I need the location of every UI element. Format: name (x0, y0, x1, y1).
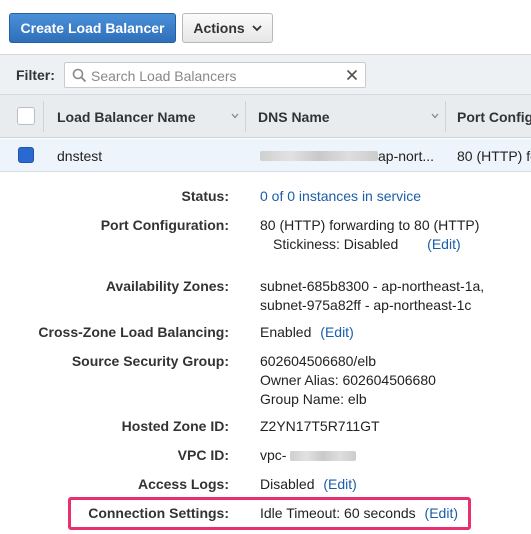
idle-timeout-text: Idle Timeout: 60 seconds (260, 505, 416, 521)
availability-zones-value: subnet-685b8300 - ap-northeast-1a, subne… (260, 277, 484, 315)
status-value: 0 of 0 instances in service (260, 187, 421, 206)
connection-settings-value: Idle Timeout: 60 seconds (Edit) (260, 504, 458, 523)
column-divider (43, 101, 44, 132)
search-box[interactable] (64, 62, 366, 88)
column-header-label: DNS Name (258, 108, 330, 125)
load-balancer-name: dnstest (57, 147, 103, 164)
column-header-label: Load Balancer Name (57, 108, 196, 125)
sort-caret-icon[interactable] (431, 113, 439, 119)
edit-cross-zone-link[interactable]: (Edit) (320, 324, 353, 340)
vpc-id-text: vpc- (260, 447, 287, 463)
cross-zone-text: Enabled (260, 324, 312, 340)
edit-access-logs-link[interactable]: (Edit) (323, 476, 356, 492)
close-icon[interactable] (346, 69, 358, 81)
create-load-balancer-label: Create Load Balancer (20, 20, 165, 36)
hosted-zone-value: Z2YN17T5R711GT (260, 418, 380, 434)
row-checkbox[interactable] (18, 147, 34, 163)
access-logs-label: Access Logs: (137, 476, 229, 492)
edit-connection-settings-link[interactable]: (Edit) (425, 505, 458, 521)
actions-label: Actions (193, 20, 245, 36)
column-divider (245, 101, 246, 132)
security-group-item: Owner Alias: 602604506680 (260, 372, 436, 388)
connection-settings-label: Connection Settings: (88, 505, 229, 521)
sort-caret-icon[interactable] (231, 113, 239, 119)
security-group-item: Group Name: elb (260, 391, 367, 407)
vpc-id-label: VPC ID: (177, 447, 229, 463)
table-row[interactable]: dnstest ap-nort... 80 (HTTP) fo (0, 139, 531, 172)
chevron-down-icon (252, 24, 262, 31)
actions-button[interactable]: Actions (182, 13, 273, 43)
column-divider (445, 101, 446, 132)
column-header-name[interactable]: Load Balancer Name (57, 95, 237, 138)
availability-zone-item: subnet-685b8300 - ap-northeast-1a, (260, 278, 485, 294)
table-header: Load Balancer Name DNS Name Port Configu (0, 95, 531, 138)
search-input[interactable] (91, 66, 341, 85)
cell-name: dnstest (57, 139, 237, 172)
availability-zone-item: subnet-975a82ff - ap-northeast-1c (260, 297, 472, 313)
status-label: Status: (181, 188, 229, 204)
redacted-vpc-id (290, 451, 357, 462)
cell-dns: ap-nort... (260, 139, 440, 172)
select-all-checkbox[interactable] (17, 107, 35, 125)
stickiness-text: Stickiness: Disabled (273, 236, 399, 252)
access-logs-value: Disabled (Edit) (260, 475, 357, 494)
port-configuration: 80 (HTTP) fo (457, 147, 531, 164)
stickiness-line: Stickiness: Disabled (Edit) (260, 235, 479, 254)
toolbar: Create Load Balancer Actions (0, 0, 531, 54)
column-header-port[interactable]: Port Configu (457, 95, 531, 138)
redacted-dns (260, 150, 378, 161)
dns-name: ap-nort... (378, 147, 435, 164)
port-forwarding-text: 80 (HTTP) forwarding to 80 (HTTP) (260, 217, 480, 233)
cross-zone-label: Cross-Zone Load Balancing: (38, 324, 229, 340)
cell-port: 80 (HTTP) fo (457, 139, 531, 172)
filter-bar: Filter: (0, 54, 531, 95)
access-logs-text: Disabled (260, 476, 315, 492)
vpc-id-value: vpc- (260, 446, 357, 465)
availability-zones-label: Availability Zones: (105, 278, 229, 294)
detail-panel: Status: 0 of 0 instances in service Port… (0, 172, 531, 534)
security-group-item: 602604506680/elb (260, 353, 377, 369)
source-security-group-label: Source Security Group: (71, 353, 229, 369)
hosted-zone-label: Hosted Zone ID: (121, 418, 229, 434)
source-security-group-value: 602604506680/elb Owner Alias: 6026045066… (260, 352, 436, 409)
port-configuration-label: Port Configuration: (100, 217, 229, 233)
cross-zone-value: Enabled (Edit) (260, 323, 354, 342)
instances-link[interactable]: 0 of 0 instances in service (260, 188, 421, 204)
create-load-balancer-button[interactable]: Create Load Balancer (9, 13, 176, 43)
column-header-dns[interactable]: DNS Name (258, 95, 428, 138)
filter-label: Filter: (16, 67, 55, 83)
search-icon (72, 68, 87, 83)
edit-stickiness-link[interactable]: (Edit) (427, 236, 460, 252)
port-configuration-value: 80 (HTTP) forwarding to 80 (HTTP) Sticki… (260, 216, 479, 254)
column-header-label: Port Configu (457, 108, 531, 125)
